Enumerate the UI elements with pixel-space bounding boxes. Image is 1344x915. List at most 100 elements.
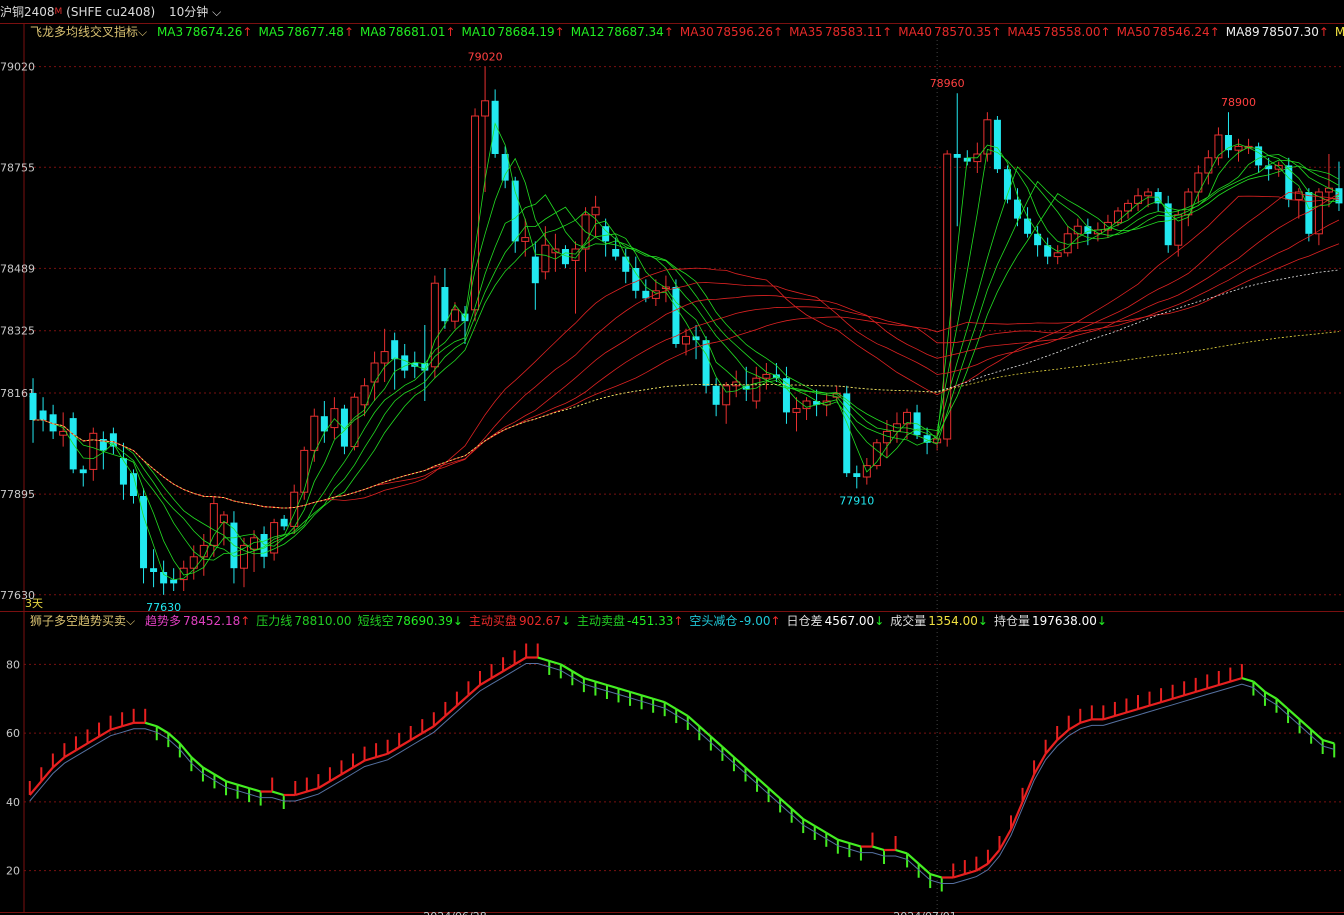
- candle-body-down[interactable]: [672, 287, 680, 344]
- candle-body-down[interactable]: [622, 256, 630, 272]
- sub-trend-line: [872, 845, 885, 852]
- candle-body-up[interactable]: [1073, 225, 1082, 235]
- candle-body-down[interactable]: [441, 287, 449, 322]
- candle-body-down[interactable]: [170, 579, 178, 584]
- price-annotation: 79020: [468, 51, 503, 64]
- sub-trend-line: [364, 756, 377, 762]
- candle-body-up[interactable]: [1204, 157, 1213, 174]
- price-annotation: 78960: [930, 77, 965, 90]
- candle-body-up[interactable]: [591, 206, 600, 216]
- candle-body-up[interactable]: [521, 237, 530, 242]
- candle-body-up[interactable]: [752, 377, 761, 402]
- candle-body-up[interactable]: [481, 100, 490, 117]
- sub-trend-line: [837, 838, 850, 845]
- sub-trend-line: [167, 732, 181, 745]
- sub-trend-line: [317, 780, 331, 790]
- candle-body-up[interactable]: [209, 503, 218, 546]
- candle-body-up[interactable]: [370, 362, 379, 383]
- candle-body-down[interactable]: [401, 355, 409, 371]
- sub-trend-line: [814, 824, 827, 834]
- candle-body-down[interactable]: [29, 393, 37, 420]
- candle-body-up[interactable]: [1144, 191, 1153, 197]
- candle-body-up[interactable]: [89, 432, 98, 470]
- sub-value: 197638.00: [1031, 614, 1097, 628]
- sub-trend-line: [156, 725, 169, 735]
- sub-trend-line: [1126, 708, 1139, 714]
- candle-body-up[interactable]: [882, 430, 891, 444]
- candle-body-down[interactable]: [953, 154, 961, 158]
- sub-trend-line: [63, 749, 77, 759]
- sub-trend-line: [248, 787, 261, 793]
- candle-body-up[interactable]: [943, 153, 952, 440]
- sub-trend-line: [86, 735, 100, 745]
- candle-body-up[interactable]: [762, 373, 771, 379]
- candle-body-up[interactable]: [450, 309, 459, 322]
- candle-body-down[interactable]: [150, 568, 158, 572]
- candle-body-down[interactable]: [1335, 188, 1343, 204]
- candle-body-down[interactable]: [702, 340, 710, 386]
- sub-trend-line: [756, 776, 770, 789]
- sub-trend-line: [652, 697, 665, 704]
- candle-body-up[interactable]: [1214, 134, 1223, 159]
- candle-body-down[interactable]: [391, 340, 399, 360]
- sub-trend-line: [237, 783, 250, 790]
- candle-body-up[interactable]: [1234, 145, 1243, 151]
- sub-value: 4567.00: [824, 614, 875, 628]
- sub-trend-line: [387, 745, 400, 755]
- sub-trend-line: [1241, 677, 1254, 683]
- candle-body-down[interactable]: [853, 473, 861, 477]
- candle-body-down[interactable]: [511, 180, 519, 242]
- candle-body-down[interactable]: [712, 385, 720, 405]
- candle-body-down[interactable]: [39, 410, 47, 421]
- candle-body-down[interactable]: [491, 100, 499, 154]
- candle-body-up[interactable]: [792, 408, 801, 413]
- candle-body-up[interactable]: [903, 411, 912, 425]
- sub-trend-line: [1137, 704, 1150, 711]
- candle-body-up[interactable]: [310, 415, 319, 451]
- candle-body-up[interactable]: [1324, 187, 1333, 193]
- candle-body-up[interactable]: [330, 408, 339, 429]
- candle-body-up[interactable]: [350, 396, 359, 448]
- sub-trend-line: [618, 687, 631, 693]
- price-tick-label: 79020: [0, 61, 35, 74]
- price-tick-label: 78755: [0, 161, 35, 174]
- candle-body-down[interactable]: [1255, 146, 1263, 166]
- sub-value: 78452.18: [182, 614, 241, 628]
- sub-trend-line: [1206, 683, 1220, 690]
- ma-short-line: [33, 159, 1340, 557]
- chart-canvas[interactable]: 7902078755784897832578161778957763080604…: [0, 0, 1344, 915]
- candle-body-up[interactable]: [1053, 252, 1062, 258]
- candle-body-up[interactable]: [380, 351, 389, 364]
- sub-indicator-selector[interactable]: 狮子多空趋势买卖⌵: [30, 614, 135, 628]
- candle-body-down[interactable]: [280, 518, 288, 527]
- sub-trend-line: [537, 656, 550, 662]
- sub-label: 短线空: [357, 614, 394, 628]
- candle-body-down[interactable]: [119, 458, 127, 485]
- sub-trend-line: [1275, 697, 1289, 710]
- candle-body-up[interactable]: [541, 244, 550, 273]
- candle-body-down[interactable]: [993, 119, 1001, 170]
- candle-body-down[interactable]: [531, 256, 539, 284]
- ma144-line: [33, 331, 1340, 509]
- candle-body-up[interactable]: [290, 491, 299, 527]
- sub-trend-line: [1183, 690, 1197, 697]
- candle-body-up[interactable]: [682, 335, 690, 345]
- candle-body-up[interactable]: [983, 119, 992, 155]
- sub-trend-line: [1114, 711, 1127, 717]
- candle-body-up[interactable]: [300, 449, 309, 493]
- sub-value: 78690.39: [395, 614, 453, 628]
- candle-body-down[interactable]: [612, 249, 620, 257]
- candle-body-down[interactable]: [632, 268, 640, 291]
- sub-trend-line: [606, 683, 619, 690]
- sub-trend-line: [675, 708, 689, 717]
- ma-short-line: [33, 165, 1340, 555]
- sub-trend-line: [802, 818, 816, 827]
- sub-label: 压力线: [256, 614, 293, 628]
- candle-body-down[interactable]: [79, 469, 87, 474]
- price-annotation: 78900: [1221, 96, 1256, 109]
- candle-body-down[interactable]: [602, 226, 610, 242]
- sub-trend-line: [664, 701, 677, 711]
- sub-trend-line: [467, 684, 481, 697]
- sub-label: 日仓差: [786, 614, 823, 628]
- candle-body-up[interactable]: [1314, 191, 1323, 235]
